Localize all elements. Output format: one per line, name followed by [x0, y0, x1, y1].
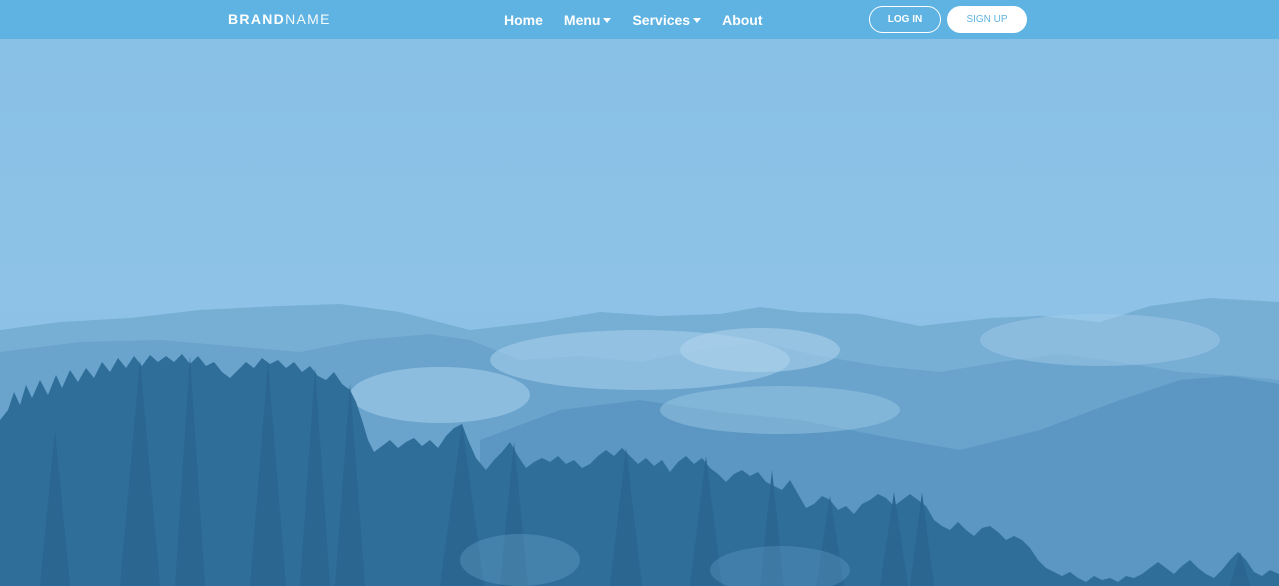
- brand-name-bold: BRAND: [228, 11, 286, 27]
- nav-about-label: About: [722, 11, 763, 28]
- nav-services-dropdown[interactable]: Services: [632, 11, 702, 28]
- login-button[interactable]: LOG IN: [869, 6, 941, 33]
- signup-button[interactable]: SIGN UP: [947, 6, 1027, 33]
- brand-logo[interactable]: BRANDNAME: [228, 11, 331, 27]
- page: BRANDNAME Home Menu Services About LOG I…: [0, 0, 1279, 586]
- nav-about-link[interactable]: About: [722, 12, 762, 28]
- nav-menu-dropdown[interactable]: Menu: [564, 12, 612, 28]
- nav-home-link[interactable]: Home: [504, 12, 543, 28]
- nav-home-label: Home: [504, 11, 543, 28]
- login-label: LOG IN: [887, 14, 923, 25]
- nav-services-label: Services: [632, 11, 691, 28]
- caret-down-icon: [693, 17, 702, 23]
- nav-links: Home Menu Services About: [504, 0, 784, 39]
- nav-menu-label: Menu: [563, 11, 601, 28]
- brand-name-light: NAME: [285, 11, 331, 27]
- hero-background-image: [0, 0, 1279, 586]
- signup-label: SIGN UP: [966, 14, 1008, 25]
- navbar: BRANDNAME Home Menu Services About LOG I…: [0, 0, 1279, 39]
- caret-down-icon: [603, 17, 612, 23]
